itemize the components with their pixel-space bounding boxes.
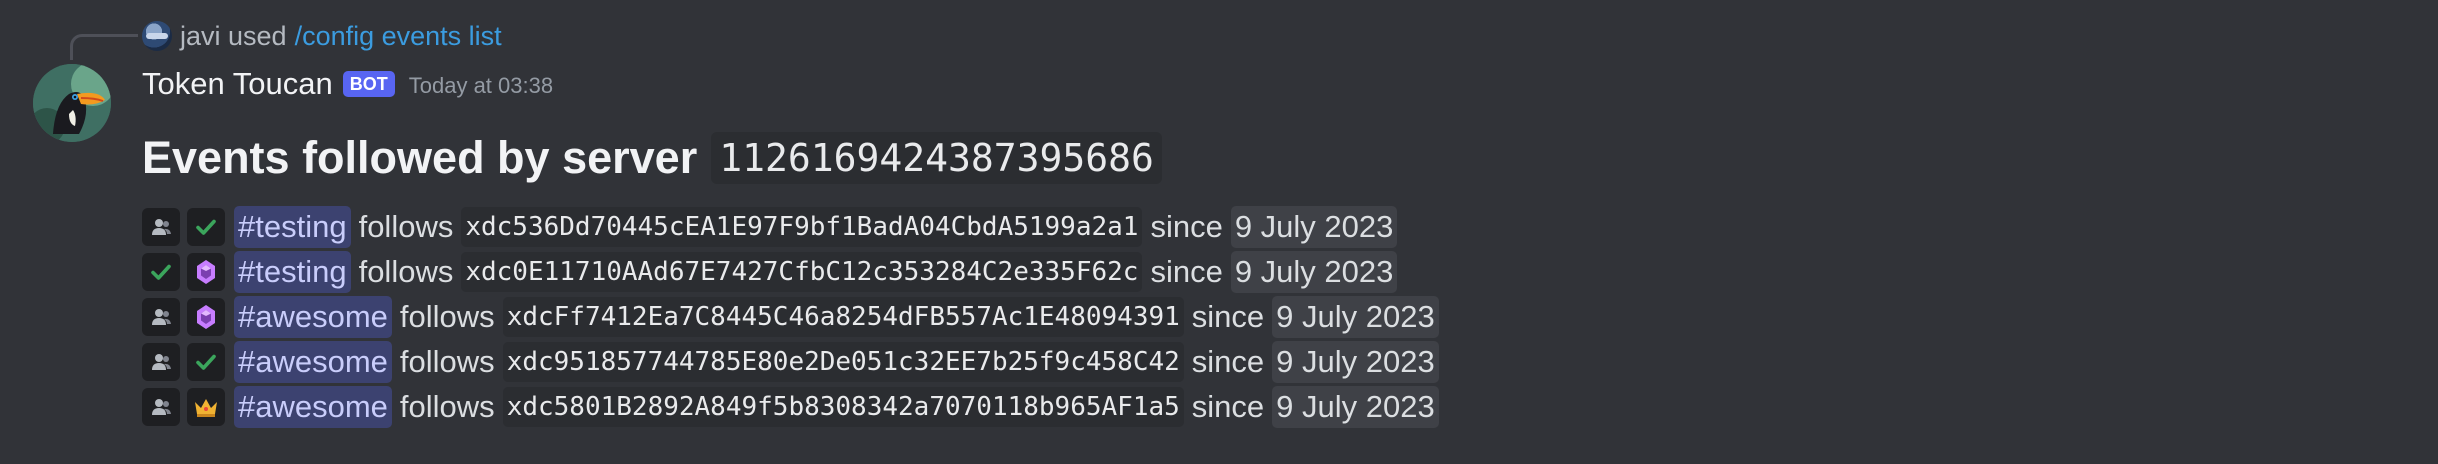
- follows-label: follows: [399, 343, 495, 379]
- follow-date[interactable]: 9 July 2023: [1272, 340, 1439, 383]
- channel-mention[interactable]: #awesome: [234, 385, 392, 428]
- crown-icon: [187, 387, 225, 426]
- server-id-code: 1126169424387395686: [711, 132, 1162, 184]
- address-code: xdc536Dd70445cEA1E97F9bf1BadA04CbdA5199a…: [461, 206, 1143, 247]
- title-text: Events followed by server: [142, 132, 698, 183]
- check-icon: [187, 207, 225, 246]
- follow-date[interactable]: 9 July 2023: [1272, 295, 1439, 338]
- person-icon: [142, 387, 180, 426]
- since-label: since: [1150, 208, 1223, 244]
- gem-icon: [187, 297, 225, 336]
- message-title: Events followed by server 11261694243873…: [142, 126, 1162, 190]
- event-list: #testing follows xdc536Dd70445cEA1E97F9bf1…: [142, 204, 1439, 429]
- reply-avatar[interactable]: [142, 21, 172, 51]
- address-code: xdc951857744785E80e2De051c32EE7b25f9c458…: [502, 341, 1184, 382]
- message-header: Token Toucan BOT Today at 03:38: [142, 64, 553, 104]
- event-row: #awesome follows xdcFf7412Ea7C8445C46a8254…: [142, 294, 1439, 339]
- channel-mention[interactable]: #testing: [234, 250, 351, 293]
- event-row: #awesome follows xdc5801B2892A849f5b830834…: [142, 384, 1439, 429]
- reply-spine: [70, 34, 138, 60]
- chat-message: javi used /config events list Token Touc…: [0, 0, 2438, 464]
- check-icon: [187, 342, 225, 381]
- gem-icon: [187, 252, 225, 291]
- event-row: #awesome follows xdc951857744785E80e2De051…: [142, 339, 1439, 384]
- reply-context[interactable]: javi used /config events list: [142, 18, 502, 54]
- person-icon: [142, 342, 180, 381]
- event-row: #testing follows xdc0E11710AAd67E7427CfbC1…: [142, 249, 1439, 294]
- author-name[interactable]: Token Toucan: [142, 66, 333, 102]
- channel-mention[interactable]: #awesome: [234, 295, 392, 338]
- address-code: xdc5801B2892A849f5b8308342a7070118b965AF…: [502, 386, 1184, 427]
- follows-label: follows: [399, 388, 495, 424]
- since-label: since: [1191, 388, 1265, 424]
- channel-mention[interactable]: #awesome: [234, 340, 392, 383]
- follows-label: follows: [399, 298, 495, 334]
- check-icon: [142, 252, 180, 291]
- timestamp[interactable]: Today at 03:38: [409, 73, 553, 99]
- bot-badge: BOT: [342, 71, 395, 97]
- event-row: #testing follows xdc536Dd70445cEA1E97F9bf1…: [142, 204, 1439, 249]
- person-icon: [142, 297, 180, 336]
- since-label: since: [1191, 298, 1265, 334]
- follow-date[interactable]: 9 July 2023: [1272, 385, 1439, 428]
- channel-mention[interactable]: #testing: [234, 205, 351, 248]
- follow-date[interactable]: 9 July 2023: [1230, 205, 1398, 248]
- follows-label: follows: [358, 253, 454, 289]
- follow-date[interactable]: 9 July 2023: [1230, 250, 1398, 293]
- since-label: since: [1150, 253, 1223, 289]
- since-label: since: [1191, 343, 1265, 379]
- address-code: xdc0E11710AAd67E7427CfbC12c353284C2e335F…: [461, 251, 1143, 292]
- address-code: xdcFf7412Ea7C8445C46a8254dFB557Ac1E48094…: [502, 296, 1184, 337]
- person-icon: [142, 207, 180, 246]
- follows-label: follows: [358, 208, 454, 244]
- reply-command-link[interactable]: /config events list: [295, 21, 502, 52]
- avatar[interactable]: [33, 64, 111, 142]
- reply-user[interactable]: javi used: [180, 21, 287, 52]
